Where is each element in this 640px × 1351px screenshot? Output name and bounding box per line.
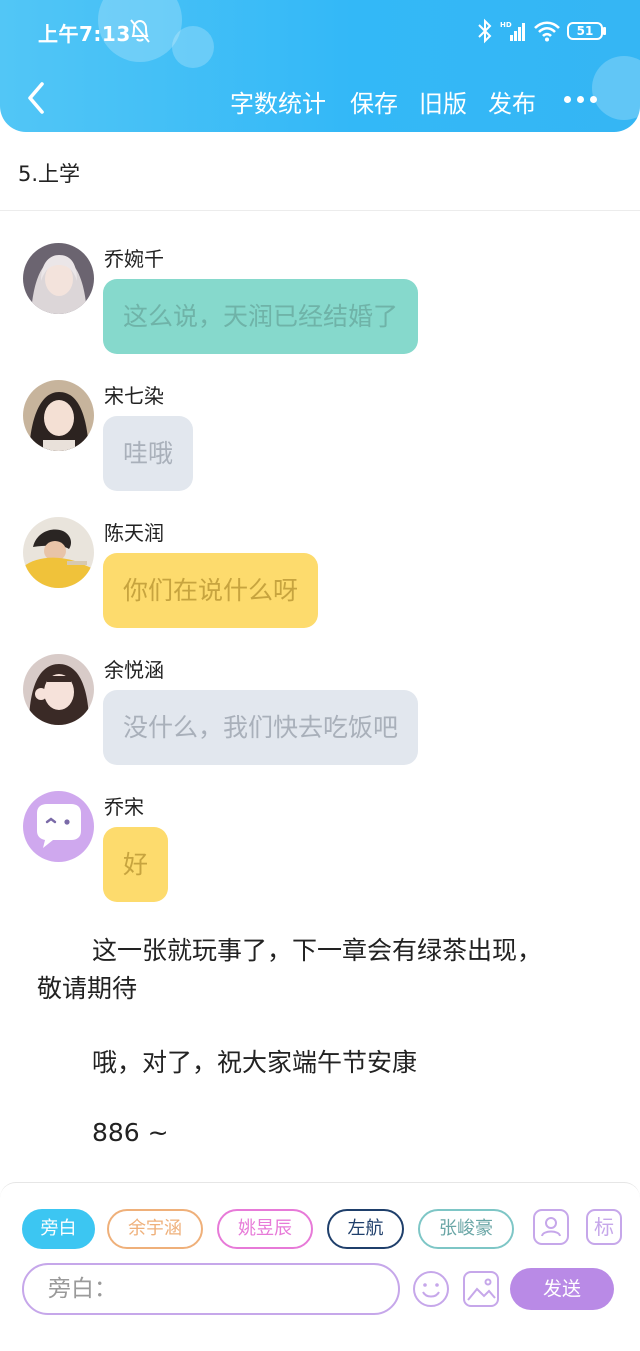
publish-button[interactable]: 发布 [488,84,536,119]
wifi-icon [534,21,560,42]
smiley-icon[interactable] [412,1270,450,1308]
role-chip-character[interactable]: 左航 [327,1209,404,1249]
message-bubble[interactable]: 没什么，我们快去吃饭吧 [103,690,419,765]
sender-name: 余悦涵 [104,658,164,682]
avatar[interactable] [23,791,94,862]
narration-line[interactable]: 哦，对了，祝大家端午节安康 [92,1043,417,1079]
message-bubble[interactable]: 哇哦 [103,416,194,491]
send-button[interactable]: 发送 [510,1268,614,1310]
default-avatar-icon [37,804,81,848]
role-chip-narrator[interactable]: 旁白 [22,1209,95,1249]
image-icon[interactable] [462,1270,500,1308]
divider [0,210,640,211]
save-button[interactable]: 保存 [350,84,398,119]
word-count-button[interactable]: 字数统计 [230,84,326,119]
sender-name: 乔婉千 [104,247,164,271]
svg-text:HD: HD [500,21,512,29]
mark-button[interactable]: 标 [586,1209,622,1245]
sender-name: 乔宋 [104,795,144,819]
avatar[interactable] [23,380,94,451]
old-version-button[interactable]: 旧版 [419,84,467,119]
battery-icon: 51 [567,22,607,42]
avatar[interactable] [23,654,94,725]
more-dots-icon[interactable] [560,84,600,112]
avatar[interactable] [23,243,94,314]
app-header: 上午7:13 HD 51 字数统计 保存 旧版 发布 [0,0,640,132]
sender-name: 宋七染 [104,384,164,408]
nav-bar: 字数统计 保存 旧版 发布 [0,70,640,128]
person-card-icon[interactable] [533,1209,569,1245]
avatar[interactable] [23,517,94,588]
chapter-title[interactable]: 5.上学 [18,158,80,188]
message-bubble[interactable]: 这么说，天润已经结婚了 [103,279,419,354]
message-bubble[interactable]: 好 [103,827,169,902]
battery-tip [603,27,606,35]
hd-signal-icon: HD [500,21,525,41]
message-bubble[interactable]: 你们在说什么呀 [103,553,319,628]
sender-name: 陈天润 [104,521,164,545]
status-bar: 上午7:13 HD 51 [0,0,640,62]
narration-line[interactable]: 敬请期待 [37,969,137,1005]
back-chevron-icon[interactable] [20,78,54,118]
battery-level: 51 [576,24,594,38]
narration-line[interactable]: 这一张就玩事了，下一章会有绿茶出现， [92,931,542,967]
mute-bell-icon [130,19,150,43]
message-input[interactable] [22,1263,400,1315]
role-chip-character[interactable]: 姚昱辰 [217,1209,313,1249]
role-chip-character[interactable]: 余宇涵 [107,1209,203,1249]
role-chip-character[interactable]: 张峻豪 [418,1209,514,1249]
narration-line[interactable]: 886 ~ [92,1118,169,1147]
bluetooth-icon [478,18,492,44]
status-time: 上午7:13 [38,22,131,46]
